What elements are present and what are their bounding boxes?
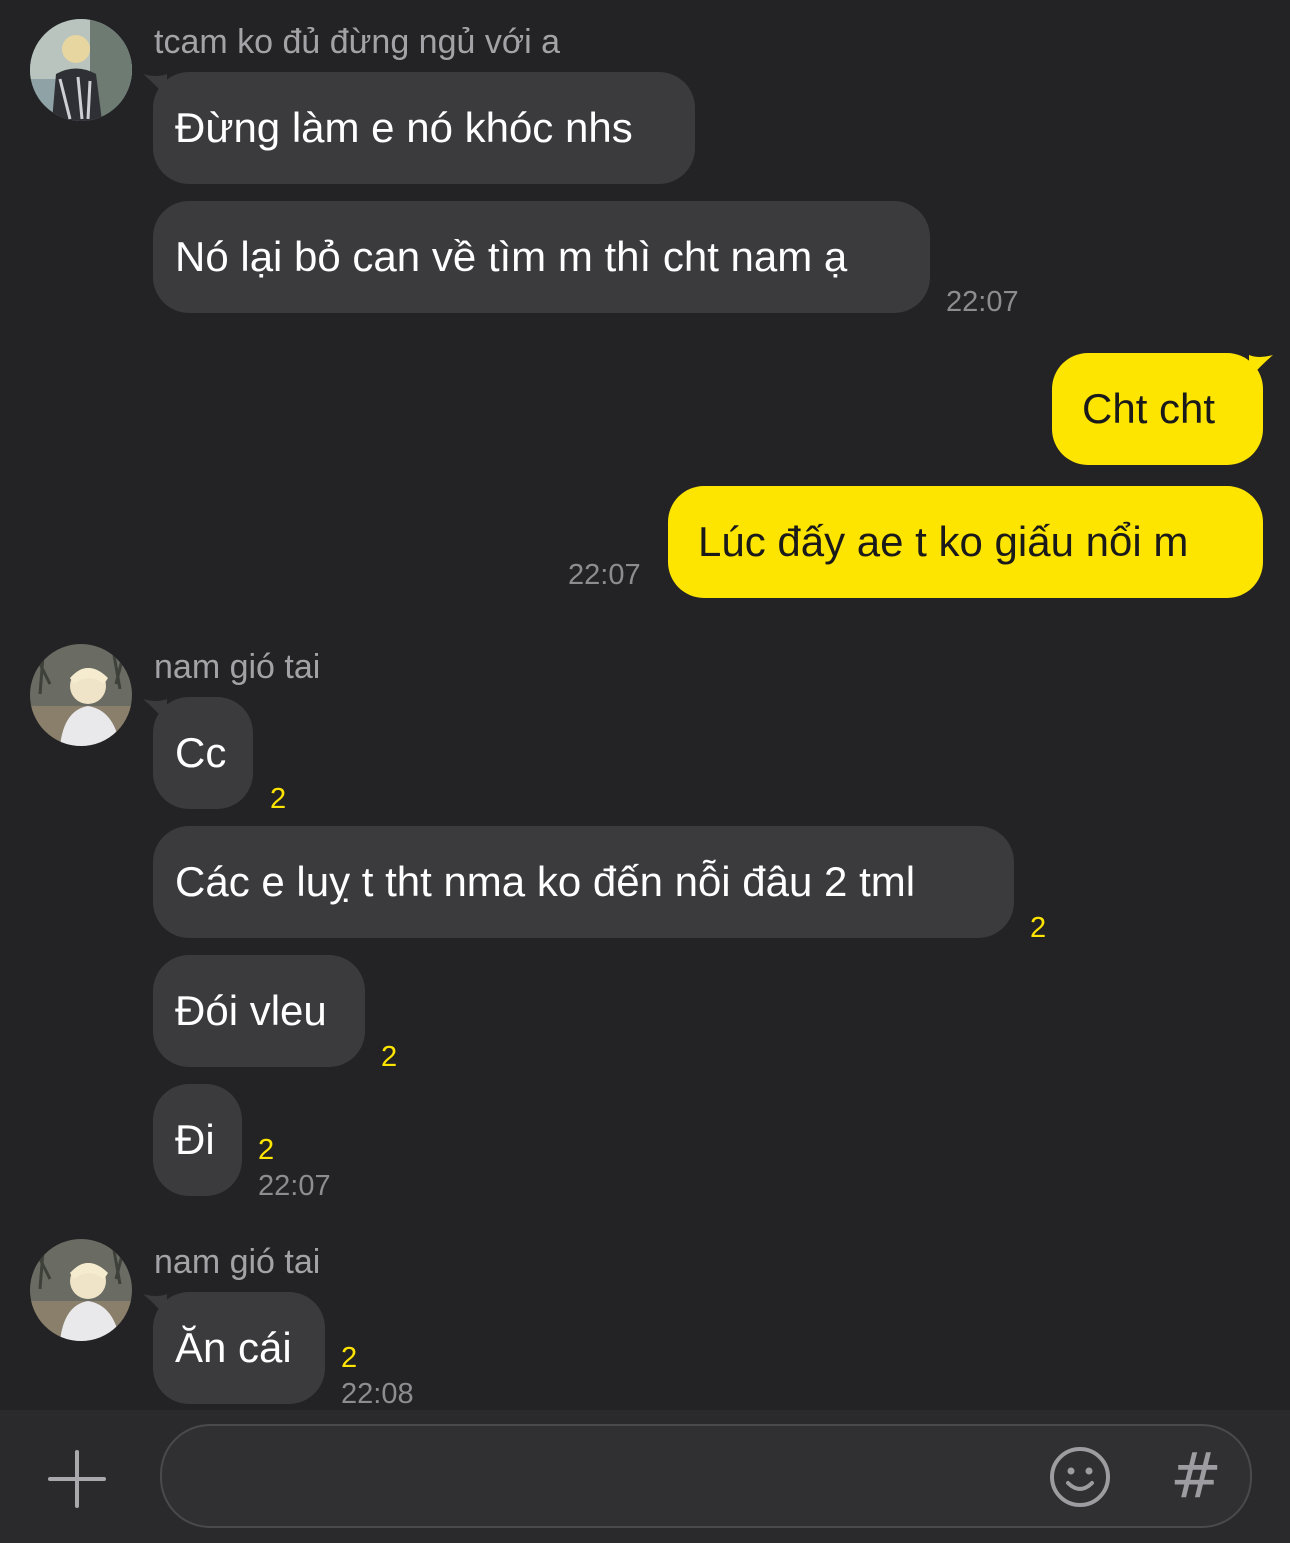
- message-text: Lúc đấy ae t ko giấu nổi m: [698, 518, 1189, 565]
- sender-avatar[interactable]: [30, 644, 132, 746]
- message-text: Cht cht: [1082, 385, 1216, 432]
- message-input-bar: #: [0, 1410, 1290, 1543]
- sender-name: nam gió tai: [154, 648, 321, 686]
- message-bubble-incoming[interactable]: Nó lại bỏ can về tìm m thì cht nam ạ: [153, 201, 930, 313]
- plus-icon[interactable]: [44, 1446, 110, 1512]
- message-text: Cc: [175, 729, 227, 776]
- message-text: Đói vleu: [175, 987, 327, 1034]
- message-text: Nó lại bỏ can về tìm m thì cht nam ạ: [175, 233, 848, 280]
- unread-count: 2: [341, 1342, 358, 1374]
- message-text: Đừng làm e nó khóc nhs: [175, 104, 633, 151]
- bubble-tail: [143, 699, 167, 723]
- message-input[interactable]: [192, 1426, 1046, 1528]
- message-timestamp: 22:07: [258, 1170, 331, 1202]
- hashtag-button[interactable]: #: [1170, 1438, 1222, 1514]
- message-bubble-incoming[interactable]: Đói vleu: [153, 955, 365, 1067]
- bubble-tail: [143, 1294, 167, 1318]
- message-bubble-incoming[interactable]: Các e luỵ t tht nma ko đến nỗi đâu 2 tml: [153, 826, 1014, 938]
- bubble-tail: [143, 74, 167, 98]
- sender-avatar[interactable]: [30, 19, 132, 121]
- chat-area: tcam ko đủ đừng ngủ với a Đừng làm e nó …: [0, 0, 1290, 1410]
- unread-count: 2: [381, 1041, 398, 1073]
- message-bubble-outgoing[interactable]: Cht cht: [1052, 353, 1273, 465]
- bubble-tail: [1249, 355, 1273, 379]
- unread-count: 2: [1030, 912, 1047, 944]
- message-timestamp: 22:08: [341, 1378, 414, 1410]
- message-timestamp: 22:07: [568, 559, 641, 591]
- sender-avatar[interactable]: [30, 1239, 132, 1341]
- sender-name: tcam ko đủ đừng ngủ với a: [154, 23, 561, 61]
- message-bubble-outgoing[interactable]: Lúc đấy ae t ko giấu nổi m: [668, 486, 1263, 598]
- unread-count: 2: [270, 783, 287, 815]
- message-bubble-incoming[interactable]: Cc: [143, 697, 253, 809]
- message-bubble-incoming[interactable]: Đi: [153, 1084, 242, 1196]
- message-text: Ăn cái: [175, 1324, 292, 1371]
- message-bubble-incoming[interactable]: Đừng làm e nó khóc nhs: [143, 72, 695, 184]
- sender-name: nam gió tai: [154, 1243, 321, 1281]
- message-timestamp: 22:07: [946, 286, 1019, 318]
- unread-count: 2: [258, 1134, 275, 1166]
- message-text: Các e luỵ t tht nma ko đến nỗi đâu 2 tml: [175, 858, 916, 905]
- message-input-field[interactable]: #: [160, 1424, 1252, 1528]
- message-bubble-incoming[interactable]: Ăn cái: [143, 1292, 325, 1404]
- message-text: Đi: [175, 1116, 215, 1163]
- emoji-icon[interactable]: [1048, 1445, 1112, 1509]
